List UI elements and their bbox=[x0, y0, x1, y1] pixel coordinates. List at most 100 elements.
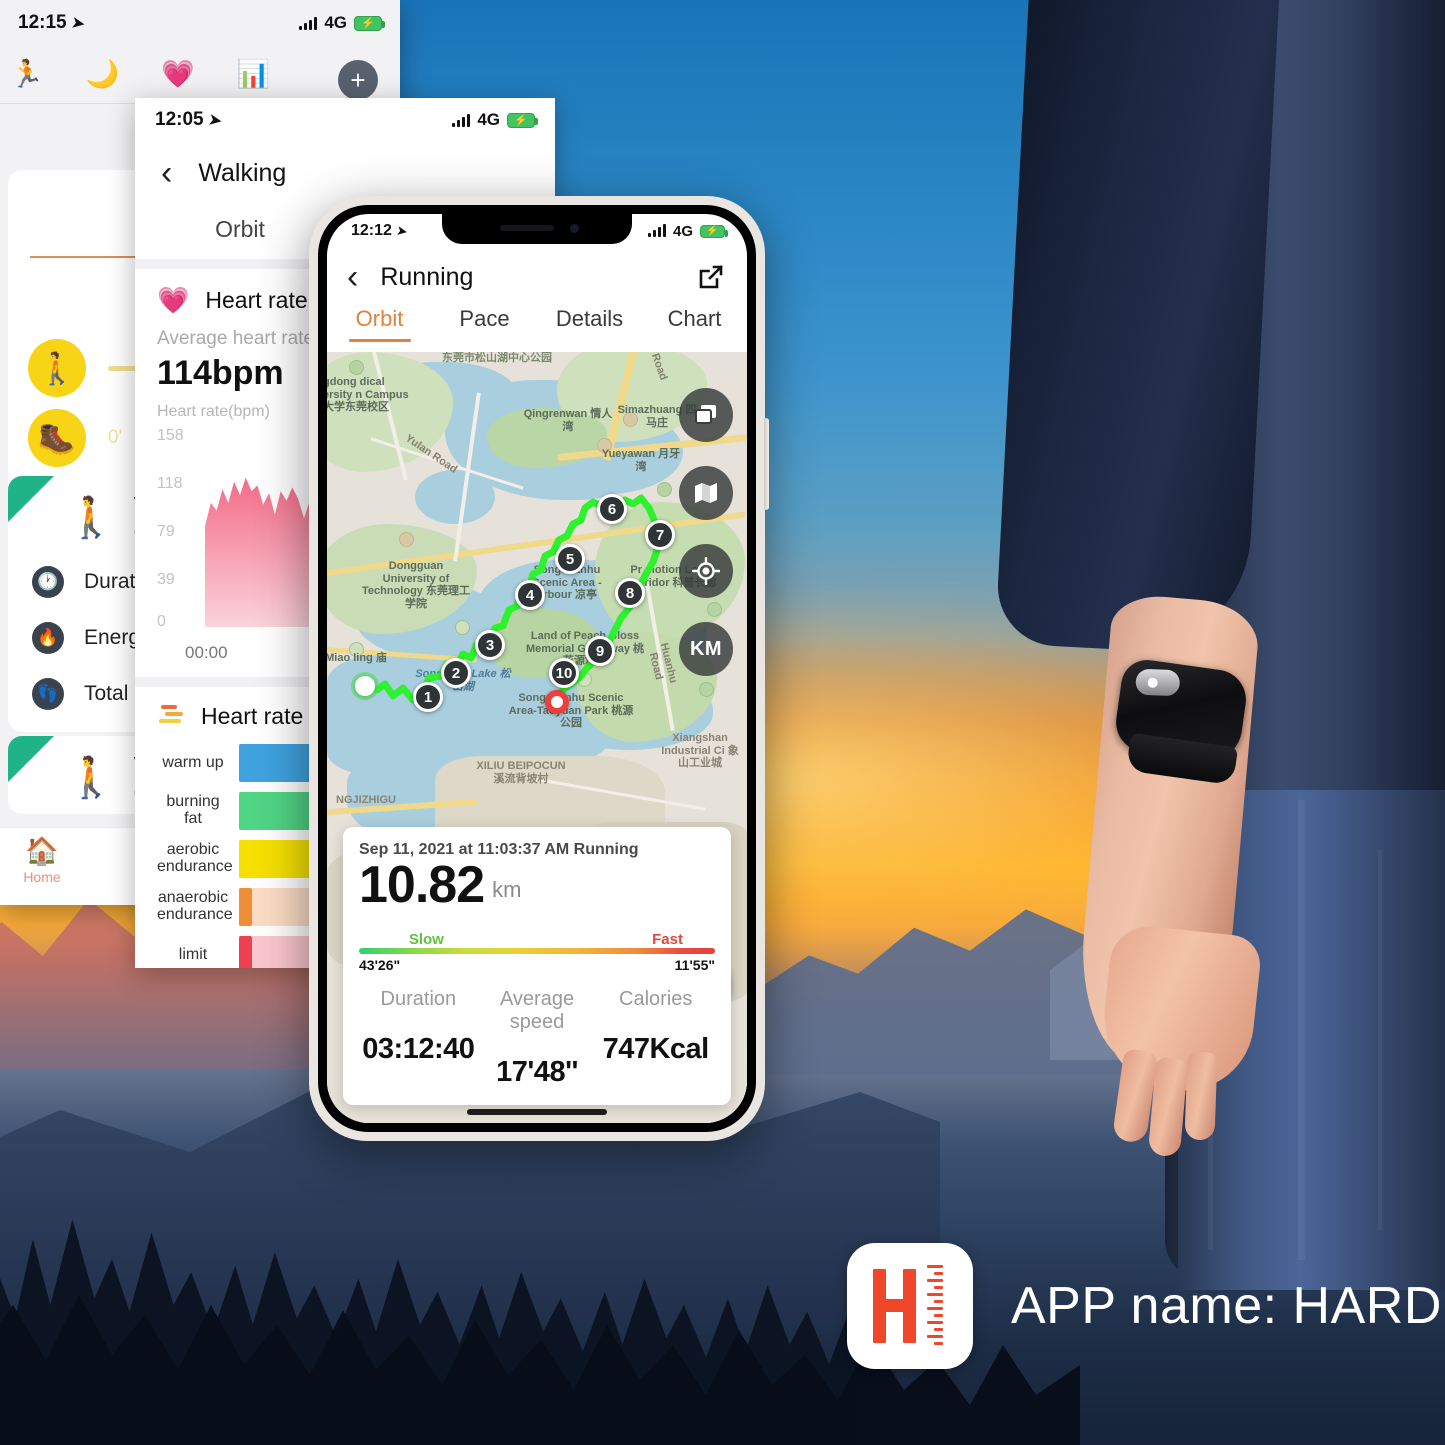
status-time-group: 12:15 ➤ bbox=[18, 12, 86, 34]
km-marker-2[interactable]: 2 bbox=[441, 658, 471, 688]
walking-icon: 🚶 bbox=[66, 496, 116, 540]
map-icon[interactable] bbox=[679, 466, 733, 520]
tab-details[interactable]: Details bbox=[537, 306, 642, 342]
tab-orbit[interactable]: Orbit bbox=[327, 306, 432, 342]
layers-icon[interactable] bbox=[679, 388, 733, 442]
nav-left: ‹ Running bbox=[347, 260, 473, 294]
zone-label: anaerobic endurance bbox=[157, 889, 233, 923]
tab-home[interactable]: 🏠 Home bbox=[14, 836, 70, 886]
tab-running-icon[interactable]: 🏃 bbox=[10, 61, 44, 88]
logo-ruler-ticks bbox=[917, 1265, 943, 1347]
metric-header: Duration bbox=[380, 988, 457, 1010]
intensity-bars-icon bbox=[157, 703, 185, 730]
y-tick: 0 bbox=[157, 613, 166, 630]
metric-value: 17'48'' bbox=[496, 1056, 578, 1088]
km-marker-7[interactable]: 7 bbox=[645, 520, 675, 550]
status-time-group: 12:12 ➤ bbox=[351, 222, 408, 240]
km-marker-5[interactable]: 5 bbox=[555, 544, 585, 574]
front-camera bbox=[570, 224, 579, 233]
flame-icon: 🔥 bbox=[32, 622, 64, 654]
activity-zero-value: 0' bbox=[108, 427, 123, 448]
pace-fast-label: Fast bbox=[652, 931, 683, 948]
signal-bars-icon bbox=[299, 16, 318, 30]
km-marker-3[interactable]: 3 bbox=[475, 630, 505, 660]
tab-row[interactable]: Orbit Pace Details Chart bbox=[327, 306, 747, 346]
tab-moon-icon[interactable]: 🌙 bbox=[86, 61, 120, 88]
status-time: 12:05 bbox=[155, 109, 204, 130]
pace-slow-label: Slow bbox=[408, 931, 444, 948]
status-time: 12:15 bbox=[18, 12, 67, 33]
run-metrics-row: Duration 03:12:40 Average speed 17'48'' … bbox=[359, 988, 715, 1089]
metric-header: Average speed bbox=[499, 988, 575, 1033]
pace-gradient-bar: Slow Fast 43'26" 11'55" bbox=[359, 931, 715, 973]
tab-bar-chart-icon[interactable]: 📊 bbox=[237, 61, 271, 88]
route-map[interactable]: 东莞市松山湖中心公园 gdong dical ersity n Campus 大… bbox=[327, 352, 747, 1123]
nav-bar: ‹ Walking bbox=[135, 142, 555, 204]
zone-label: limit bbox=[178, 945, 208, 963]
signal-bars-icon bbox=[647, 223, 666, 237]
battery-charging-icon: ⚡ bbox=[700, 224, 728, 238]
logo-letter-h bbox=[873, 1269, 919, 1343]
metric-duration: Duration 03:12:40 bbox=[359, 988, 478, 1089]
network-label: 4G bbox=[477, 110, 500, 129]
km-unit-icon[interactable]: KM bbox=[679, 622, 733, 676]
km-marker-9[interactable]: 9 bbox=[585, 636, 615, 666]
nav-bar: ‹ Running bbox=[327, 248, 747, 306]
footprints-icon: 👣 bbox=[32, 678, 64, 710]
run-distance-unit: km bbox=[492, 877, 522, 902]
finger bbox=[1184, 1051, 1218, 1141]
zone-label: aerobic endurance bbox=[157, 841, 233, 875]
battery-charging-icon: ⚡ bbox=[507, 112, 538, 128]
run-distance-group: 10.82 km bbox=[359, 855, 715, 914]
app-name-badge: APP name: HARD bbox=[847, 1243, 1442, 1369]
run-summary-card: Sep 11, 2021 at 11:03:37 AM Running 10.8… bbox=[343, 826, 731, 1105]
route-start-marker bbox=[355, 676, 375, 696]
run-distance-value: 10.82 bbox=[359, 855, 485, 914]
page-title: Walking bbox=[198, 158, 287, 187]
km-marker-1[interactable]: 1 bbox=[413, 682, 443, 712]
chevron-left-icon[interactable]: ‹ bbox=[347, 260, 358, 294]
zone-label: burning fat bbox=[166, 793, 220, 827]
status-bar: 12:05 ➤ 4G ⚡ bbox=[135, 98, 555, 142]
page-title: Running bbox=[380, 262, 474, 291]
status-bar: 12:15 ➤ 4G ⚡ bbox=[0, 0, 400, 46]
earpiece-speaker bbox=[500, 225, 554, 231]
walking-icon: 🚶 bbox=[66, 756, 116, 800]
app-name-text: APP name: HARD bbox=[1011, 1277, 1442, 1335]
tab-heart-pulse-icon[interactable]: 💗 bbox=[161, 61, 195, 88]
km-marker-10[interactable]: 10 bbox=[549, 658, 579, 688]
zone-label: warm up bbox=[162, 753, 224, 771]
network-label: 4G bbox=[672, 222, 693, 240]
status-time-group: 12:05 ➤ bbox=[155, 109, 222, 131]
km-unit-label: KM bbox=[689, 637, 723, 660]
km-marker-4[interactable]: 4 bbox=[515, 580, 545, 610]
metric-calories: Calories 747Kcal bbox=[596, 988, 715, 1089]
km-marker-8[interactable]: 8 bbox=[615, 578, 645, 608]
tab-pace[interactable]: Pace bbox=[432, 306, 537, 342]
status-right-group: 4G ⚡ bbox=[647, 222, 728, 240]
y-tick: 158 bbox=[157, 427, 184, 444]
battery-charging-icon: ⚡ bbox=[354, 15, 385, 31]
heart-pulse-icon: 💗 bbox=[157, 285, 190, 315]
add-button[interactable]: + bbox=[338, 60, 378, 100]
hiking-icon: 🥾 bbox=[28, 409, 86, 467]
heart-rate-title: Heart rate bbox=[205, 287, 308, 313]
phone-side-button[interactable] bbox=[764, 418, 769, 510]
tab-chart[interactable]: Chart bbox=[642, 306, 747, 342]
signal-bars-icon bbox=[452, 113, 471, 127]
km-marker-6[interactable]: 6 bbox=[597, 494, 627, 524]
status-time: 12:12 bbox=[351, 222, 392, 239]
phone-bezel: 12:12 ➤ 4G ⚡ ‹ Running Orbit Pace Detail… bbox=[318, 205, 756, 1132]
locate-icon[interactable] bbox=[679, 544, 733, 598]
y-tick: 79 bbox=[157, 523, 175, 540]
share-external-icon[interactable] bbox=[697, 263, 725, 291]
y-tick: 118 bbox=[157, 475, 183, 492]
pace-fast-value: 11'55" bbox=[674, 957, 715, 973]
badge-corner: ◎ bbox=[8, 736, 54, 782]
h-ruler-logo-icon bbox=[847, 1243, 973, 1369]
clock-icon: 🕐 bbox=[32, 566, 64, 598]
location-arrow-icon: ➤ bbox=[70, 14, 86, 33]
metric-value: 03:12:40 bbox=[362, 1033, 475, 1065]
chevron-left-icon[interactable]: ‹ bbox=[161, 156, 172, 190]
home-icon: 🏠 bbox=[25, 836, 59, 866]
